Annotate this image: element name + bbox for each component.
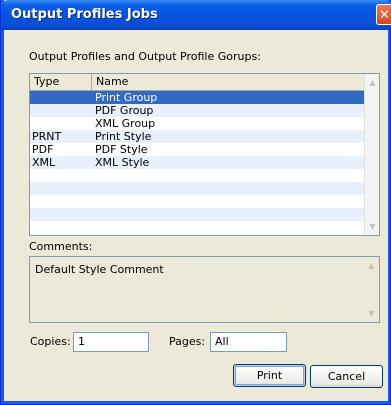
list-row[interactable]: Print Group bbox=[30, 91, 364, 104]
comments-label: Comments: bbox=[29, 240, 93, 253]
list-scrollbar[interactable]: ▲ ▼ bbox=[364, 74, 379, 235]
down-arrow-icon[interactable]: ▼ bbox=[365, 307, 378, 320]
list-row[interactable]: PRNT Print Style bbox=[30, 130, 364, 143]
cancel-button[interactable]: Cancel bbox=[310, 365, 383, 388]
comments-text: Default Style Comment bbox=[35, 263, 164, 276]
title-bar[interactable]: Output Profiles Jobs ✕ bbox=[1, 0, 391, 30]
row-name: Print Style bbox=[95, 130, 152, 143]
row-type: PRNT bbox=[32, 130, 62, 143]
row-name: Print Group bbox=[95, 91, 158, 104]
up-arrow-icon[interactable]: ▲ bbox=[366, 76, 379, 89]
profiles-label: Output Profiles and Output Profile Gorup… bbox=[29, 50, 261, 63]
dialog-window: Output Profiles Jobs ✕ Output Profiles a… bbox=[0, 0, 391, 405]
pages-label: Pages: bbox=[169, 335, 206, 348]
empty-list-row bbox=[30, 221, 364, 234]
row-name: PDF Style bbox=[95, 143, 148, 156]
list-row[interactable]: XML Group bbox=[30, 117, 364, 130]
copies-field[interactable]: 1 bbox=[73, 332, 149, 352]
empty-list-row bbox=[30, 169, 364, 182]
comments-scrollbar[interactable]: ▲ ▼ bbox=[364, 257, 379, 322]
empty-list-row bbox=[30, 182, 364, 195]
pages-field[interactable]: All bbox=[210, 332, 287, 352]
list-row[interactable]: XML XML Style bbox=[30, 156, 364, 169]
row-name: XML Group bbox=[95, 117, 156, 130]
row-type: PDF bbox=[32, 143, 54, 156]
close-button[interactable]: ✕ bbox=[376, 4, 391, 25]
window-title: Output Profiles Jobs bbox=[11, 7, 158, 22]
down-arrow-icon[interactable]: ▼ bbox=[366, 220, 379, 233]
list-row[interactable]: PDF PDF Style bbox=[30, 143, 364, 156]
up-arrow-icon[interactable]: ▲ bbox=[365, 259, 378, 272]
copies-label: Copies: bbox=[30, 335, 71, 348]
row-name: PDF Group bbox=[95, 104, 154, 117]
column-header-type[interactable]: Type bbox=[30, 74, 92, 90]
list-header: Type Name bbox=[30, 74, 364, 91]
empty-list-row bbox=[30, 195, 364, 208]
comments-textarea[interactable]: Default Style Comment ▲ ▼ bbox=[29, 256, 380, 323]
dialog-body: Output Profiles and Output Profile Gorup… bbox=[5, 30, 388, 401]
list-row[interactable]: PDF Group bbox=[30, 104, 364, 117]
empty-list-row bbox=[30, 208, 364, 221]
row-name: XML Style bbox=[95, 156, 150, 169]
column-header-name[interactable]: Name bbox=[92, 74, 364, 90]
print-button[interactable]: Print bbox=[233, 364, 306, 387]
row-type: XML bbox=[32, 156, 56, 169]
profiles-list[interactable]: Type Name Print Group PDF Group XML Group P… bbox=[29, 73, 380, 236]
